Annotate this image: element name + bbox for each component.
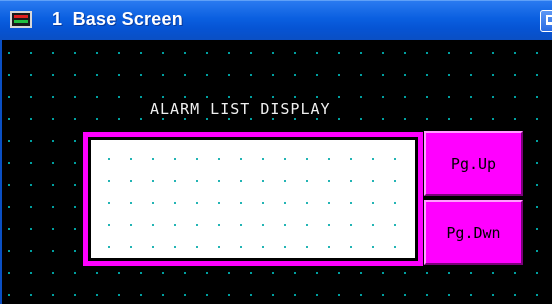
window-title: 1 Base Screen xyxy=(52,9,183,29)
title-bar[interactable]: 1 Base Screen xyxy=(0,0,552,40)
base-screen-window: 1 Base Screen ALARM LIST DISPLAY Pg.Up P… xyxy=(0,0,552,304)
alarm-list-display[interactable] xyxy=(91,140,415,258)
restore-icon[interactable] xyxy=(540,10,552,32)
alarm-list-heading: ALARM LIST DISPLAY xyxy=(150,100,331,118)
screen-icon xyxy=(10,11,32,28)
alarm-list-frame xyxy=(83,132,423,266)
page-down-button[interactable]: Pg.Dwn xyxy=(424,200,523,265)
page-up-button[interactable]: Pg.Up xyxy=(424,131,523,196)
